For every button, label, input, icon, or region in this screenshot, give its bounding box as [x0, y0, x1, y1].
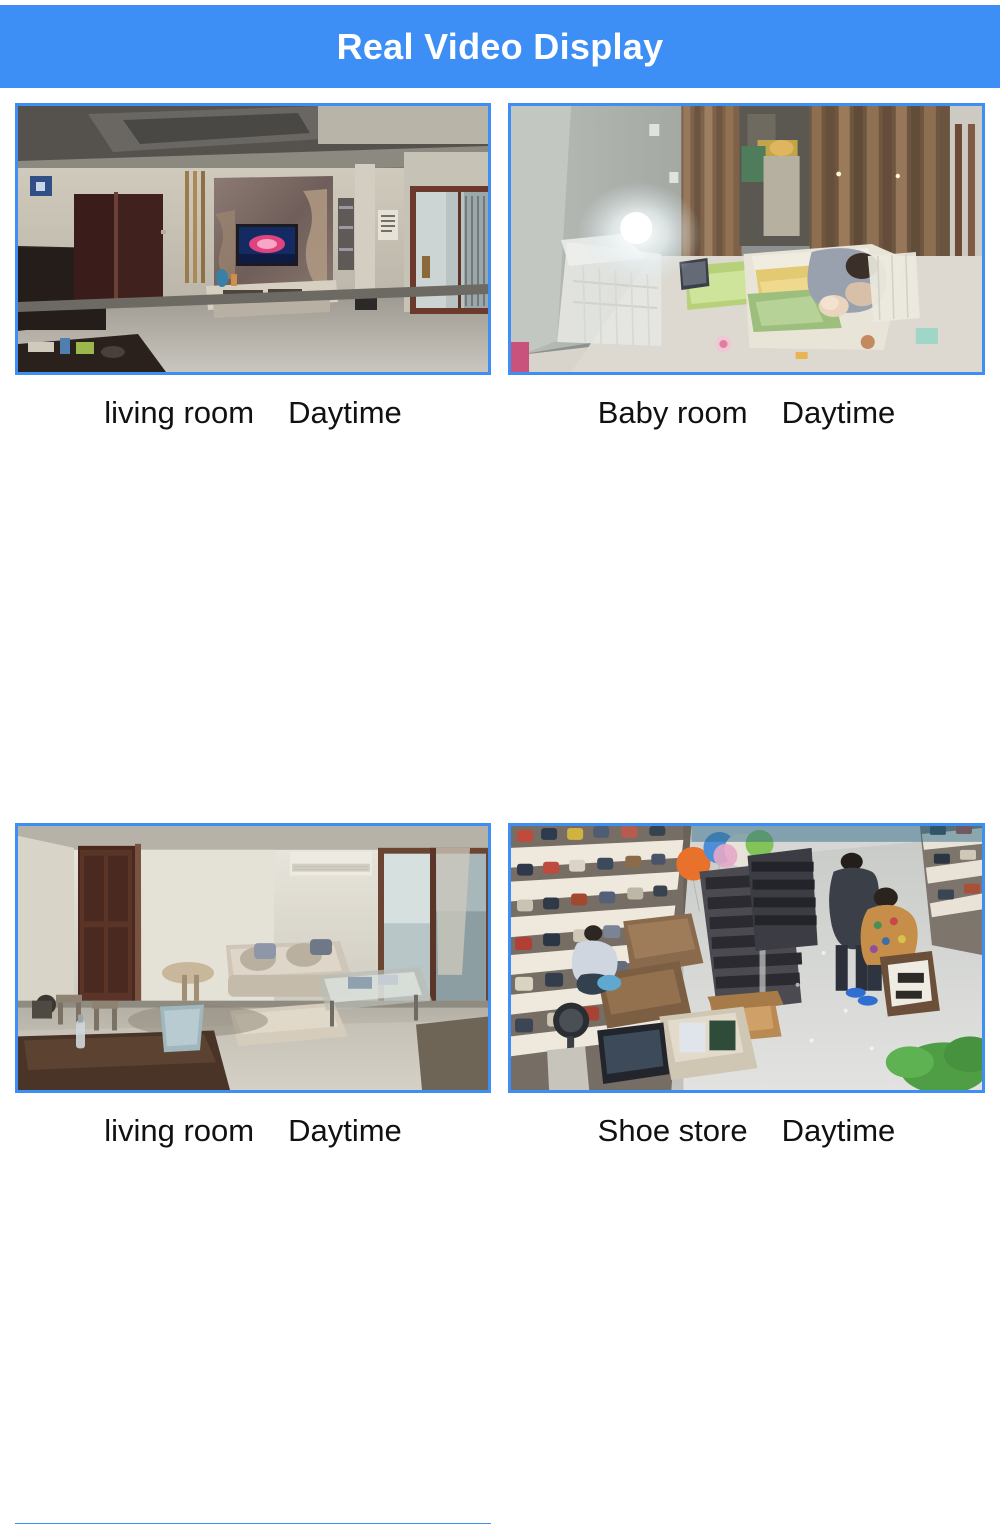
page-header-banner: Real Video Display — [0, 5, 1000, 88]
scene-baby-room-day — [511, 106, 982, 372]
camera-thumbnail-baby-room-day[interactable] — [508, 103, 985, 375]
gallery-row-3: Clothing storeDaytime — [0, 798, 1000, 1524]
gallery-row-1: living room Daytime Baby room Daytime — [0, 88, 1000, 448]
camera-cell-baby-room-day[interactable]: Baby room Daytime — [508, 103, 985, 430]
caption-living-room-day-1: living room Daytime — [15, 395, 491, 431]
caption-time: Daytime — [288, 395, 402, 430]
camera-cell-living-room-day-1[interactable]: living room Daytime — [15, 103, 491, 430]
camera-gallery: living room Daytime Baby room Daytime li… — [0, 88, 1000, 1524]
scene-living-room-day-1 — [18, 106, 488, 372]
caption-scene: living room — [104, 395, 255, 430]
caption-scene: Baby room — [597, 395, 748, 430]
caption-time: Daytime — [781, 395, 896, 430]
camera-thumbnail-living-room-day-1[interactable] — [15, 103, 491, 375]
caption-baby-room-day: Baby room Daytime — [508, 395, 985, 431]
page-title: Real Video Display — [336, 25, 664, 67]
real-video-display-page: Real Video Display living room Daytime B… — [0, 0, 1000, 1524]
gallery-row-2: living room Daytime Shoe store Daytime — [0, 448, 1000, 1148]
gallery-row-4: OfficeNighttime — [0, 1148, 1000, 1518]
